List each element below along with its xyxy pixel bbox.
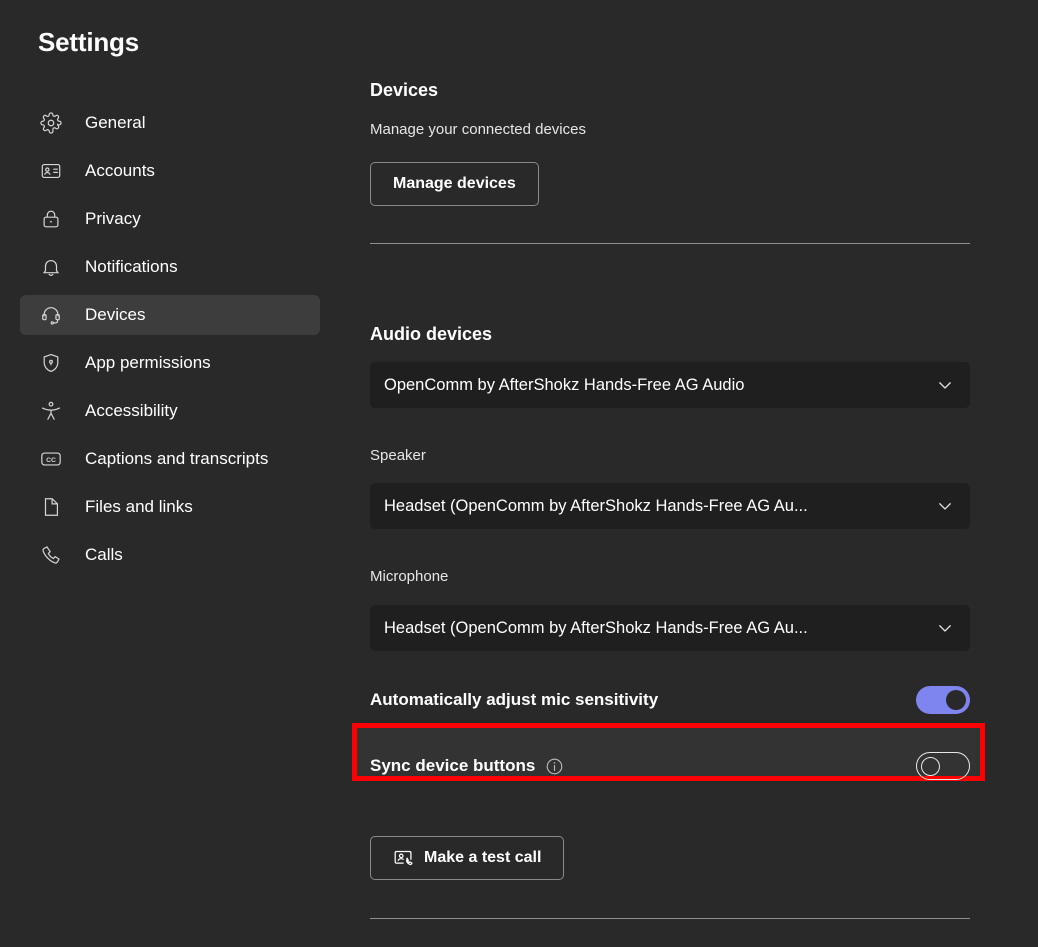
section-divider-bottom — [370, 918, 970, 919]
sync-device-buttons-highlight-wrapper: Sync device buttons — [352, 723, 985, 787]
bell-icon — [40, 256, 62, 278]
sidebar-item-label: Captions and transcripts — [85, 449, 269, 468]
microphone-label: Microphone — [370, 568, 449, 585]
audio-device-dropdown[interactable]: OpenComm by AfterShokz Hands-Free AG Aud… — [370, 362, 970, 408]
devices-section-heading: Devices — [370, 80, 439, 100]
section-divider — [370, 243, 970, 244]
gear-icon — [40, 112, 62, 134]
sync-device-buttons-label: Sync device buttons — [370, 756, 564, 776]
sync-device-buttons-row: Sync device buttons — [370, 745, 970, 787]
chevron-down-icon — [936, 376, 954, 394]
sidebar-item-label: Accounts — [85, 161, 155, 180]
devices-section-subtext: Manage your connected devices — [370, 121, 586, 138]
audio-device-value: OpenComm by AfterShokz Hands-Free AG Aud… — [384, 375, 745, 394]
contact-card-phone-icon — [393, 848, 414, 869]
settings-sidebar: Settings General Accounts Privacy Notifi… — [0, 0, 350, 947]
sidebar-item-general[interactable]: General — [20, 103, 320, 143]
settings-nav-list: General Accounts Privacy Notifications D… — [20, 103, 320, 583]
sync-device-buttons-toggle[interactable] — [916, 752, 970, 780]
sidebar-item-accounts[interactable]: Accounts — [20, 151, 320, 191]
sidebar-item-label: General — [85, 113, 146, 132]
id-card-icon — [40, 160, 62, 182]
speaker-dropdown[interactable]: Headset (OpenComm by AfterShokz Hands-Fr… — [370, 483, 970, 529]
sidebar-item-privacy[interactable]: Privacy — [20, 199, 320, 239]
sidebar-item-label: Notifications — [85, 257, 178, 276]
make-test-call-label: Make a test call — [424, 849, 542, 866]
speaker-value: Headset (OpenComm by AfterShokz Hands-Fr… — [384, 496, 808, 515]
closed-caption-icon: CC — [40, 448, 62, 470]
auto-mic-sensitivity-text: Automatically adjust mic sensitivity — [370, 690, 659, 709]
sidebar-item-app-permissions[interactable]: App permissions — [20, 343, 320, 383]
document-icon — [40, 496, 62, 518]
audio-devices-heading: Audio devices — [370, 324, 493, 344]
sidebar-item-calls[interactable]: Calls — [20, 535, 320, 575]
svg-text:CC: CC — [46, 457, 56, 464]
lock-icon — [40, 208, 62, 230]
speaker-label: Speaker — [370, 447, 426, 464]
settings-window: Settings General Accounts Privacy Notifi… — [0, 0, 1038, 947]
toggle-knob — [946, 690, 966, 710]
sidebar-item-accessibility[interactable]: Accessibility — [20, 391, 320, 431]
info-icon[interactable] — [545, 757, 564, 776]
headset-icon — [40, 304, 62, 326]
manage-devices-button[interactable]: Manage devices — [370, 162, 539, 206]
person-accessibility-icon — [40, 400, 62, 422]
auto-mic-sensitivity-label: Automatically adjust mic sensitivity — [370, 690, 658, 710]
make-test-call-button[interactable]: Make a test call — [370, 836, 565, 880]
auto-mic-sensitivity-toggle[interactable] — [916, 686, 970, 714]
toggle-knob — [921, 757, 940, 776]
page-title: Settings — [38, 27, 139, 57]
chevron-down-icon — [936, 497, 954, 515]
microphone-dropdown[interactable]: Headset (OpenComm by AfterShokz Hands-Fr… — [370, 605, 970, 651]
chevron-down-icon — [936, 619, 954, 637]
phone-icon — [40, 544, 62, 566]
sidebar-item-label: Privacy — [85, 209, 141, 228]
sidebar-item-label: App permissions — [85, 353, 211, 372]
shield-lock-icon — [40, 352, 62, 374]
auto-mic-sensitivity-row: Automatically adjust mic sensitivity — [370, 679, 970, 721]
sidebar-item-devices[interactable]: Devices — [20, 295, 320, 335]
sidebar-item-label: Files and links — [85, 497, 193, 516]
sidebar-item-captions-and-transcripts[interactable]: CC Captions and transcripts — [20, 439, 320, 479]
sidebar-item-files-and-links[interactable]: Files and links — [20, 487, 320, 527]
microphone-value: Headset (OpenComm by AfterShokz Hands-Fr… — [384, 618, 808, 637]
sidebar-item-label: Devices — [85, 305, 146, 324]
sidebar-item-label: Calls — [85, 545, 123, 564]
sync-device-buttons-text: Sync device buttons — [370, 756, 536, 775]
devices-settings-panel: Devices Manage your connected devices Ma… — [352, 0, 985, 947]
sidebar-item-label: Accessibility — [85, 401, 178, 420]
sidebar-item-notifications[interactable]: Notifications — [20, 247, 320, 287]
